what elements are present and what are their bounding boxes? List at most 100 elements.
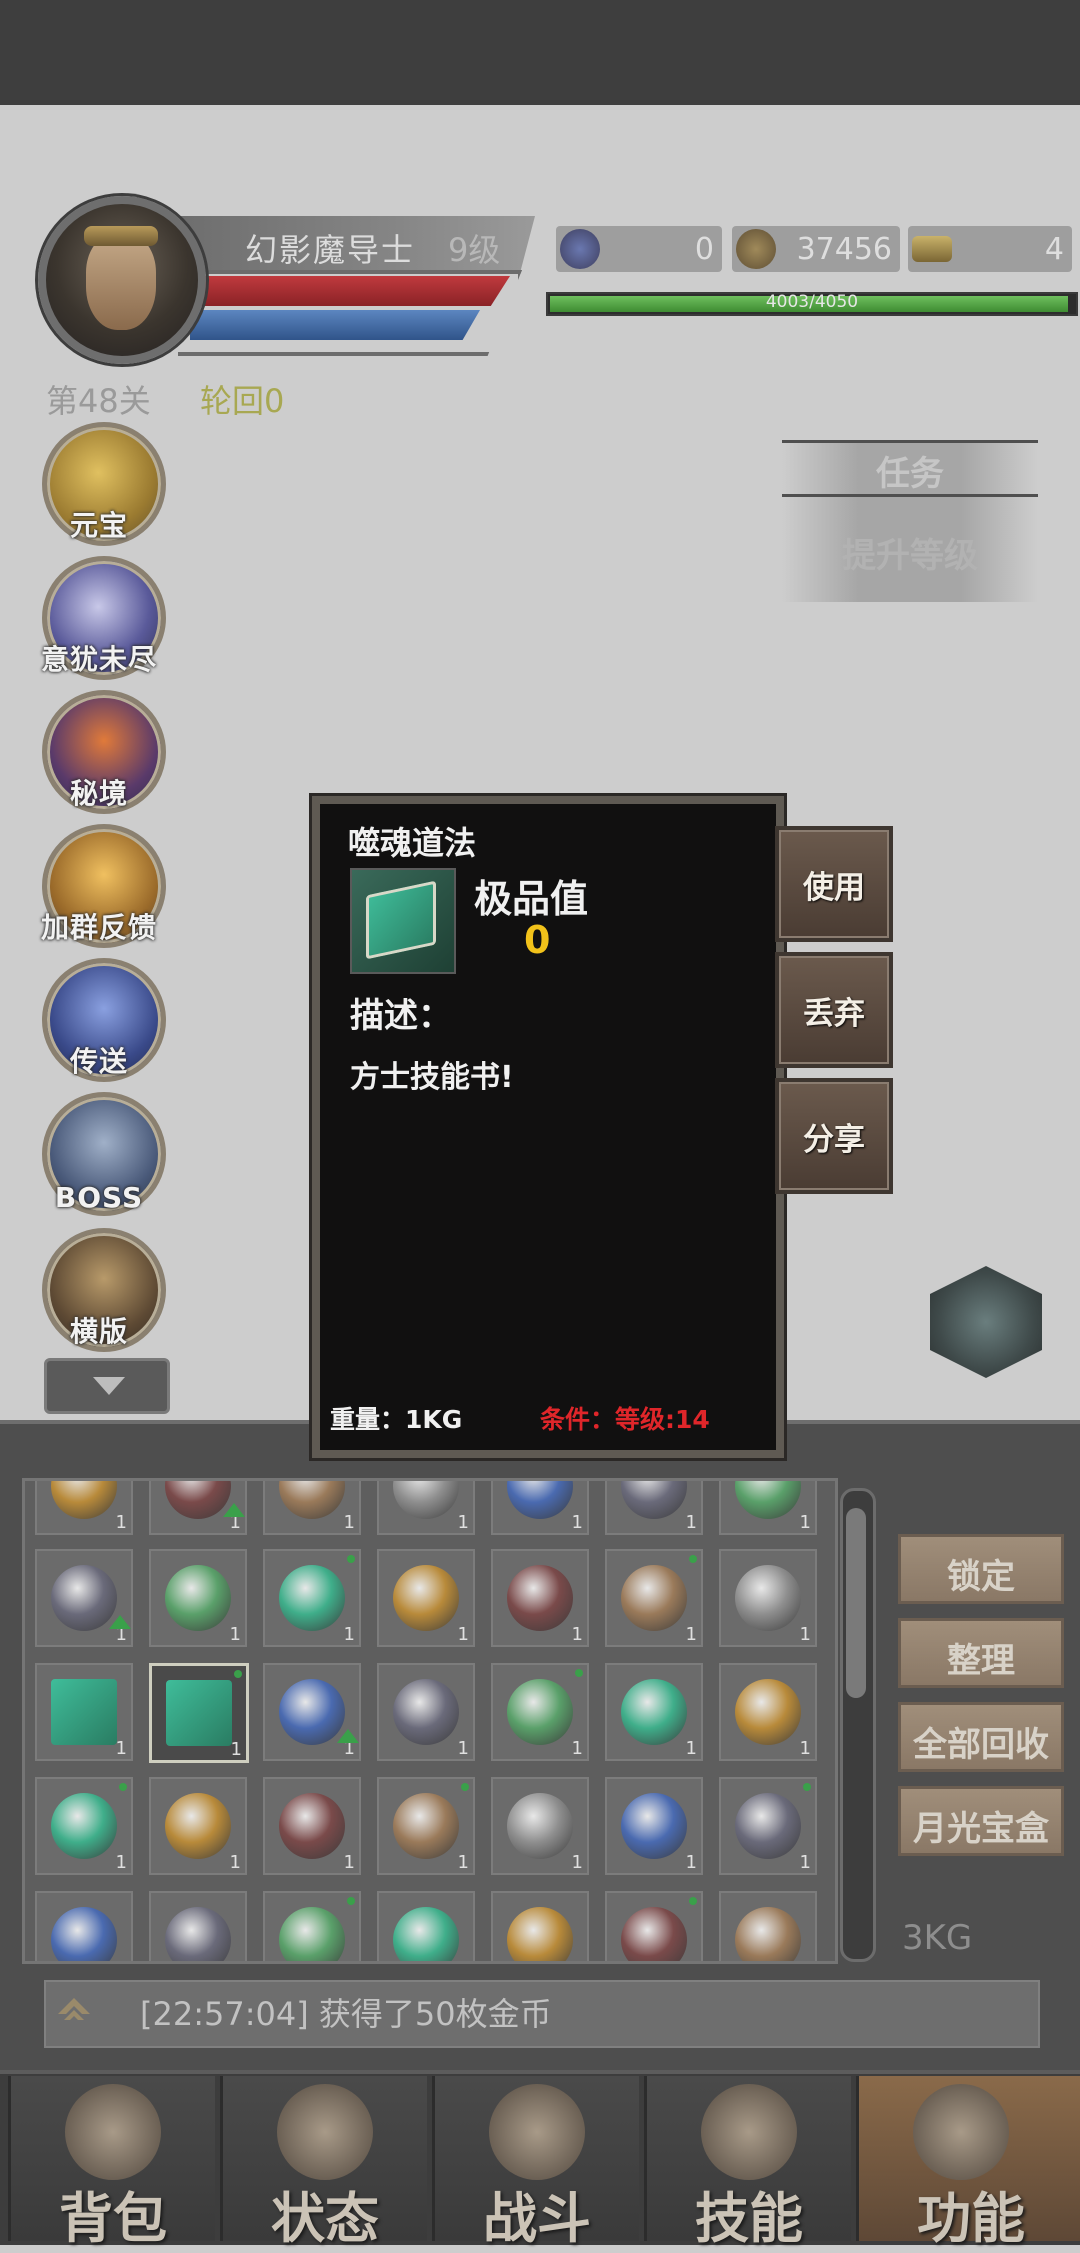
- side-btn-label: BOSS: [54, 1181, 144, 1214]
- nav-battle[interactable]: 战斗: [432, 2076, 639, 2250]
- item-count: 1: [457, 1512, 469, 1533]
- inventory-slot[interactable]: 1: [719, 1777, 817, 1875]
- inventory-slot[interactable]: 1: [719, 1891, 817, 1961]
- sort-button[interactable]: 整理: [898, 1618, 1064, 1688]
- inventory-slot[interactable]: 1: [149, 1891, 247, 1961]
- avatar-face: [86, 234, 156, 330]
- nav-functions[interactable]: 功能: [856, 2076, 1080, 2250]
- inventory-slot[interactable]: 1: [719, 1663, 817, 1761]
- inventory-slot[interactable]: 1: [491, 1481, 589, 1535]
- recycle-all-button[interactable]: 全部回收: [898, 1702, 1064, 1772]
- coin-bag-icon: [736, 229, 776, 269]
- inventory-slot[interactable]: 1: [491, 1663, 589, 1761]
- currency-ingot[interactable]: 4: [908, 226, 1072, 272]
- side-btn-feedback[interactable]: 加群反馈: [34, 818, 166, 948]
- nav-skills[interactable]: 技能: [644, 2076, 851, 2250]
- currency-gold[interactable]: 37456: [732, 226, 900, 272]
- item-count: 1: [115, 1738, 127, 1759]
- inventory-grid: 11111111111111111111111111111111111: [22, 1478, 838, 1964]
- side-btn-label: 加群反馈: [40, 911, 157, 944]
- inventory-slot[interactable]: 1: [149, 1777, 247, 1875]
- inventory-slot[interactable]: 1: [605, 1663, 703, 1761]
- side-btn-ingot[interactable]: 元宝: [34, 416, 166, 546]
- nav-status[interactable]: 状态: [220, 2076, 427, 2250]
- inventory-slot[interactable]: 1: [149, 1481, 247, 1535]
- upgrade-arrow-icon: [337, 1729, 359, 1743]
- moonlight-box-button[interactable]: 月光宝盒: [898, 1786, 1064, 1856]
- inventory-slot[interactable]: 1: [719, 1481, 817, 1535]
- ring-icon: [51, 1907, 117, 1961]
- use-button[interactable]: 使用: [775, 826, 893, 942]
- inventory-slot[interactable]: 1: [35, 1549, 133, 1647]
- ring-icon: [279, 1907, 345, 1961]
- scrollbar-thumb[interactable]: [846, 1508, 866, 1698]
- side-btn-secret-realm[interactable]: 秘境: [34, 684, 166, 814]
- inventory-slot[interactable]: 1: [605, 1549, 703, 1647]
- nav-label: 技能: [695, 2187, 803, 2250]
- button-label: 月光宝盒: [913, 1809, 1049, 1849]
- inventory-slot[interactable]: 1: [263, 1777, 361, 1875]
- inventory-slot[interactable]: 1: [35, 1663, 133, 1761]
- ring-icon: [735, 1907, 801, 1961]
- quality-dot: [689, 1555, 697, 1563]
- skill-book-icon: [166, 1680, 232, 1746]
- inventory-slot[interactable]: 1: [377, 1481, 475, 1535]
- side-btn-teleport[interactable]: 传送: [34, 952, 166, 1082]
- ring-icon: [279, 1481, 345, 1519]
- inventory-slot[interactable]: 1: [377, 1549, 475, 1647]
- quest-title: 任务: [876, 454, 944, 494]
- share-button[interactable]: 分享: [775, 1078, 893, 1194]
- nav-label: 战斗: [483, 2187, 591, 2250]
- inventory-slot[interactable]: 1: [719, 1549, 817, 1647]
- currency-value: 0: [694, 232, 714, 267]
- inventory-slot[interactable]: 1: [263, 1549, 361, 1647]
- inventory-slot[interactable]: 1: [149, 1663, 249, 1763]
- description-text: 方士技能书!: [350, 1060, 514, 1095]
- inventory-slot[interactable]: 1: [491, 1549, 589, 1647]
- item-count: 1: [457, 1852, 469, 1873]
- inventory-slot[interactable]: 1: [605, 1777, 703, 1875]
- inventory-slot[interactable]: 1: [149, 1549, 247, 1647]
- inventory-slot[interactable]: 1: [377, 1777, 475, 1875]
- crossed-swords-icon: [489, 2084, 585, 2180]
- currency-diamond[interactable]: 0: [556, 226, 722, 272]
- item-count: 1: [799, 1512, 811, 1533]
- nav-bag[interactable]: 背包: [8, 2076, 215, 2250]
- nav-label: 功能: [917, 2187, 1025, 2250]
- inventory-slot[interactable]: 1: [35, 1777, 133, 1875]
- inventory-slot[interactable]: 1: [263, 1663, 361, 1761]
- inventory-slot[interactable]: 1: [491, 1777, 589, 1875]
- inventory-slot[interactable]: 1: [605, 1891, 703, 1961]
- side-btn-more[interactable]: 意犹未尽: [34, 550, 166, 680]
- side-btn-label: 横版: [69, 1315, 128, 1348]
- inventory-slot[interactable]: 1: [605, 1481, 703, 1535]
- side-btn-landscape[interactable]: 横版: [34, 1222, 166, 1352]
- skill-book-icon: [51, 1679, 117, 1745]
- item-count: 1: [343, 1852, 355, 1873]
- side-btn-boss[interactable]: BOSS: [34, 1086, 166, 1216]
- inventory-slot[interactable]: 1: [377, 1891, 475, 1961]
- side-btn-label: 传送: [69, 1045, 128, 1078]
- status-bar: [0, 0, 1080, 105]
- weapon-icon: [393, 1907, 459, 1961]
- gold-ingot-icon: [912, 236, 952, 262]
- inventory-slot[interactable]: 1: [35, 1891, 133, 1961]
- quality-dot: [119, 1783, 127, 1791]
- inventory-slot[interactable]: 1: [491, 1891, 589, 1961]
- ring-icon: [393, 1793, 459, 1859]
- ring-icon: [735, 1793, 801, 1859]
- inventory-slot[interactable]: 1: [263, 1891, 361, 1961]
- lock-button[interactable]: 锁定: [898, 1534, 1064, 1604]
- currency-value: 4: [1044, 232, 1064, 267]
- ring-icon: [621, 1907, 687, 1961]
- inventory-slot[interactable]: 1: [263, 1481, 361, 1535]
- expand-menu-button[interactable]: [44, 1358, 170, 1414]
- chevron-up-icon[interactable]: [54, 1992, 94, 2032]
- inventory-slot[interactable]: 1: [35, 1481, 133, 1535]
- dragon-emblem-icon[interactable]: [930, 1266, 1042, 1378]
- player-avatar[interactable]: [38, 196, 206, 364]
- quality-dot: [689, 1897, 697, 1905]
- ring-icon: [735, 1679, 801, 1745]
- inventory-slot[interactable]: 1: [377, 1663, 475, 1761]
- discard-button[interactable]: 丢弃: [775, 952, 893, 1068]
